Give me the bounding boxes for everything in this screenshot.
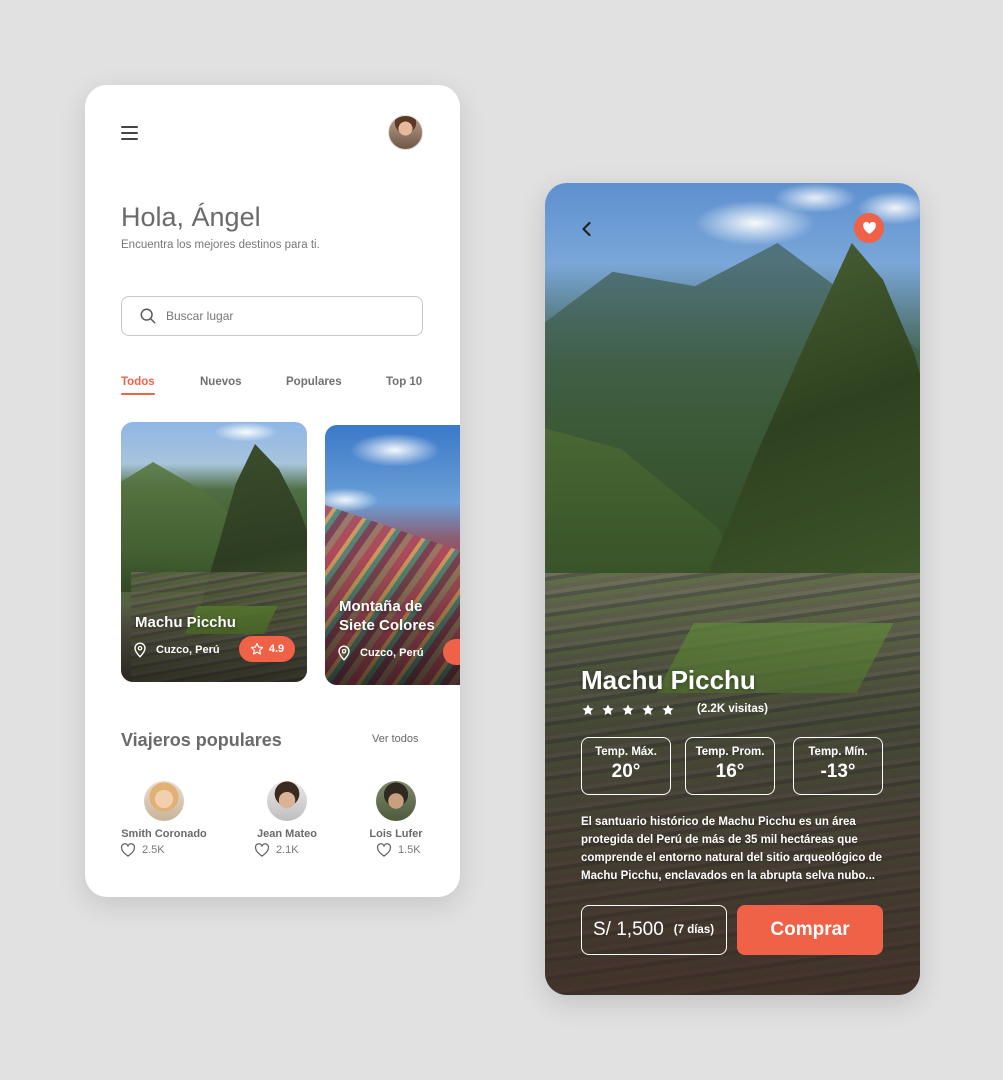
- temp-value: -13°: [820, 761, 856, 782]
- buy-button[interactable]: Comprar: [737, 905, 883, 955]
- traveler-item[interactable]: Lois Lufer 1.5K: [346, 781, 446, 857]
- temp-value: 20°: [611, 761, 641, 782]
- favorite-button[interactable]: [854, 213, 884, 243]
- temp-label: Temp. Mín.: [808, 746, 868, 758]
- search-input[interactable]: [166, 309, 396, 323]
- heart-outline-icon: [254, 843, 270, 857]
- traveler-likes-count: 2.5K: [142, 844, 165, 856]
- traveler-avatar: [267, 781, 307, 821]
- traveler-likes: 2.5K: [120, 843, 214, 857]
- destination-location: Cuzco, Perú: [133, 642, 220, 658]
- rating-value: 4.9: [268, 643, 285, 655]
- star-outline-icon: [250, 642, 263, 655]
- heart-outline-icon: [376, 843, 392, 857]
- location-pin-icon: [338, 645, 350, 661]
- greeting-subtitle: Encuentra los mejores destinos para ti.: [121, 239, 320, 251]
- rating-badge: 4.9: [239, 636, 295, 662]
- home-screen: Hola, Ángel Encuentra los mejores destin…: [85, 85, 460, 897]
- traveler-likes-count: 2.1K: [276, 844, 299, 856]
- search-icon: [140, 308, 156, 324]
- traveler-name: Lois Lufer: [369, 828, 423, 840]
- star-filled-icon: [602, 704, 614, 716]
- greeting-title: Hola, Ángel: [121, 202, 261, 232]
- traveler-likes-count: 1.5K: [398, 844, 421, 856]
- price-value: S/ 1,500: [593, 919, 664, 940]
- destination-location: Cuzco, Perú: [337, 645, 424, 661]
- tab-nuevos[interactable]: Nuevos: [200, 376, 242, 388]
- temp-min-box: Temp. Mín. -13°: [793, 737, 883, 795]
- stage: Hola, Ángel Encuentra los mejores destin…: [0, 0, 1003, 1080]
- destination-name: Machu Picchu: [135, 614, 236, 631]
- location-pin-icon: [134, 642, 146, 658]
- traveler-item[interactable]: Smith Coronado 2.5K: [114, 781, 214, 857]
- star-filled-icon: [582, 704, 594, 716]
- traveler-likes: 1.5K: [376, 843, 446, 857]
- place-title: Machu Picchu: [581, 665, 756, 695]
- destination-location-text: Cuzco, Perú: [360, 647, 424, 659]
- destination-card-machu-picchu[interactable]: Machu Picchu Cuzco, Perú 4.9: [121, 422, 307, 682]
- detail-screen: Machu Picchu (2.2K visitas) Temp. Máx. 2…: [545, 183, 920, 995]
- traveler-name: Jean Mateo: [257, 828, 317, 840]
- temp-value: 16°: [715, 761, 745, 782]
- tab-todos[interactable]: Todos: [121, 376, 155, 395]
- visits-count: (2.2K visitas): [697, 703, 768, 715]
- price-box: S/ 1,500 (7 días): [581, 905, 727, 955]
- price-duration: (7 días): [673, 924, 715, 936]
- heart-filled-icon: [862, 221, 876, 234]
- tab-top-10[interactable]: Top 10: [386, 376, 422, 388]
- user-avatar[interactable]: [388, 115, 423, 150]
- traveler-avatar: [144, 781, 184, 821]
- traveler-avatar: [376, 781, 416, 821]
- temp-label: Temp. Máx.: [595, 746, 657, 758]
- traveler-name: Smith Coronado: [121, 828, 207, 840]
- star-filled-icon: [642, 704, 654, 716]
- search-box[interactable]: [121, 296, 423, 336]
- place-description: El santuario histórico de Machu Picchu e…: [581, 816, 882, 882]
- temp-avg-box: Temp. Prom. 16°: [685, 737, 775, 795]
- star-filled-icon: [662, 704, 674, 716]
- popular-travelers-title: Viajeros populares: [121, 730, 282, 750]
- star-filled-icon: [622, 704, 634, 716]
- traveler-item[interactable]: Jean Mateo 2.1K: [237, 781, 337, 857]
- tab-populares[interactable]: Populares: [286, 376, 342, 388]
- star-rating: [581, 703, 681, 717]
- temp-max-box: Temp. Máx. 20°: [581, 737, 671, 795]
- destination-location-text: Cuzco, Perú: [156, 644, 220, 656]
- destination-card-montana-siete-colores[interactable]: Montaña de Siete Colores Cuzco, Perú: [325, 425, 460, 685]
- traveler-likes: 2.1K: [254, 843, 337, 857]
- see-all-link[interactable]: Ver todos: [372, 733, 418, 745]
- destination-name: Montaña de Siete Colores: [339, 598, 435, 634]
- back-chevron-icon[interactable]: [577, 219, 597, 239]
- menu-icon[interactable]: [121, 126, 138, 140]
- heart-outline-icon: [120, 843, 136, 857]
- temp-label: Temp. Prom.: [695, 746, 765, 758]
- category-tabs: Todos Nuevos Populares Top 10: [121, 376, 423, 396]
